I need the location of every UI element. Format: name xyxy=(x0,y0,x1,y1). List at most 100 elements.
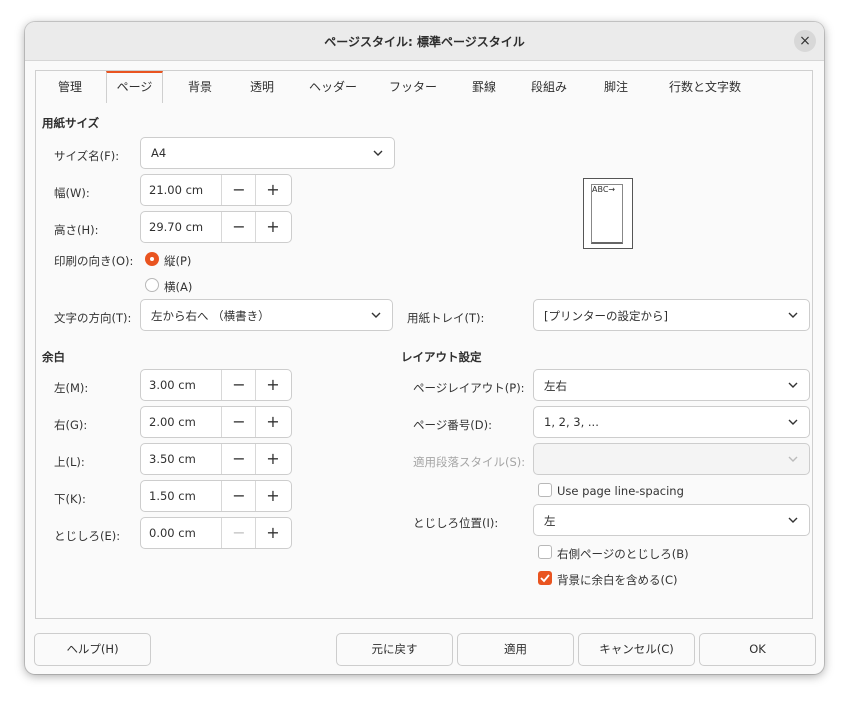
page-style-dialog: ページスタイル: 標準ページスタイル × 管理 ページ 背景 透明 ヘッダー フ… xyxy=(25,22,824,674)
cancel-button[interactable]: キャンセル(C) xyxy=(578,633,695,666)
chevron-down-icon xyxy=(788,312,798,318)
dialog-title: ページスタイル: 標準ページスタイル xyxy=(324,35,525,49)
width-spinbox[interactable]: 21.00 cm − + xyxy=(140,174,292,206)
tab-organizer[interactable]: 管理 xyxy=(46,71,94,104)
margin-right-label: 右(G): xyxy=(54,418,88,432)
portrait-label[interactable]: 縦(P) xyxy=(164,253,191,269)
gutter-value[interactable]: 0.00 cm xyxy=(149,526,196,540)
chevron-down-icon xyxy=(788,456,798,462)
tab-columns[interactable]: 段組み xyxy=(518,71,580,104)
chevron-down-icon xyxy=(373,150,383,156)
margin-bottom-spinbox[interactable]: 1.50 cm − + xyxy=(140,480,292,512)
title-bar: ページスタイル: 標準ページスタイル × xyxy=(25,22,824,61)
tab-page[interactable]: ページ xyxy=(106,71,163,105)
height-spinbox[interactable]: 29.70 cm − + xyxy=(140,211,292,243)
chevron-down-icon xyxy=(788,382,798,388)
margin-right-increase-button[interactable]: + xyxy=(255,407,290,437)
gutter-increase-button[interactable]: + xyxy=(255,518,290,548)
page-numbers-value: 1, 2, 3, ... xyxy=(544,415,599,429)
margin-bottom-label: 下(K): xyxy=(54,492,86,506)
height-value[interactable]: 29.70 cm xyxy=(149,220,203,234)
margin-left-increase-button[interactable]: + xyxy=(255,370,290,400)
margin-top-increase-button[interactable]: + xyxy=(255,444,290,474)
width-decrease-button[interactable]: − xyxy=(221,175,256,205)
margin-top-decrease-button[interactable]: − xyxy=(221,444,256,474)
chevron-down-icon xyxy=(788,419,798,425)
gutter-position-value: 左 xyxy=(544,514,556,528)
page-numbers-dropdown[interactable]: 1, 2, 3, ... xyxy=(533,406,810,438)
margin-right-value[interactable]: 2.00 cm xyxy=(149,415,196,429)
width-label: 幅(W): xyxy=(54,186,90,200)
margin-left-decrease-button[interactable]: − xyxy=(221,370,256,400)
height-decrease-button[interactable]: − xyxy=(221,212,256,242)
margin-top-label: 上(L): xyxy=(54,455,85,469)
text-direction-value: 左から右へ （横書き） xyxy=(151,309,270,323)
tab-content-page: 用紙サイズ サイズ名(F): A4 幅(W): 21.00 cm − + 高さ(… xyxy=(35,103,813,619)
gutter-position-label: とじしろ位置(I): xyxy=(413,516,499,530)
page-layout-value: 左右 xyxy=(544,379,567,393)
paper-format-heading: 用紙サイズ xyxy=(42,116,100,130)
width-value[interactable]: 21.00 cm xyxy=(149,183,203,197)
orientation-label: 印刷の向き(O): xyxy=(54,254,134,268)
tab-footnote[interactable]: 脚注 xyxy=(592,71,640,104)
right-page-gutter-checkbox[interactable] xyxy=(538,545,552,559)
margins-heading: 余白 xyxy=(42,350,65,364)
margin-right-decrease-button[interactable]: − xyxy=(221,407,256,437)
format-value: A4 xyxy=(151,146,167,160)
help-button[interactable]: ヘルプ(H) xyxy=(34,633,151,666)
landscape-radio[interactable] xyxy=(145,278,159,292)
close-icon[interactable]: × xyxy=(794,30,816,52)
tab-footer[interactable]: フッター xyxy=(378,71,448,104)
reset-button[interactable]: 元に戻す xyxy=(336,633,453,666)
text-direction-label: 文字の方向(T): xyxy=(54,311,132,325)
tab-header[interactable]: ヘッダー xyxy=(298,71,368,104)
tab-bar: 管理 ページ 背景 透明 ヘッダー フッター 罫線 段組み 脚注 行数と文字数 xyxy=(35,70,813,105)
margin-right-spinbox[interactable]: 2.00 cm − + xyxy=(140,406,292,438)
portrait-radio[interactable] xyxy=(145,252,159,266)
margin-bottom-increase-button[interactable]: + xyxy=(255,481,290,511)
landscape-label[interactable]: 横(A) xyxy=(164,279,192,295)
checkmark-icon xyxy=(540,574,550,583)
reference-style-label: 適用段落スタイル(S): xyxy=(413,455,526,469)
margin-left-label: 左(M): xyxy=(54,381,89,395)
tab-area[interactable]: 背景 xyxy=(176,71,224,104)
page-preview: ABC→ xyxy=(583,178,633,249)
reference-style-dropdown xyxy=(533,443,810,475)
tab-text-grid[interactable]: 行数と文字数 xyxy=(652,71,758,104)
line-spacing-label[interactable]: Use page line-spacing xyxy=(557,484,684,498)
margin-left-value[interactable]: 3.00 cm xyxy=(149,378,196,392)
ok-button[interactable]: OK xyxy=(699,633,816,666)
paper-tray-dropdown[interactable]: [プリンターの設定から] xyxy=(533,299,810,331)
line-spacing-checkbox[interactable] xyxy=(538,483,552,497)
layout-settings-heading: レイアウト設定 xyxy=(401,350,482,364)
paper-tray-label: 用紙トレイ(T): xyxy=(407,311,485,325)
tab-borders[interactable]: 罫線 xyxy=(460,71,508,104)
tab-transparency[interactable]: 透明 xyxy=(238,71,286,104)
margin-bottom-decrease-button[interactable]: − xyxy=(221,481,256,511)
width-increase-button[interactable]: + xyxy=(255,175,290,205)
preview-text: ABC→ xyxy=(592,185,616,194)
gutter-decrease-button: − xyxy=(221,518,256,548)
margin-bottom-value[interactable]: 1.50 cm xyxy=(149,489,196,503)
gutter-label: とじしろ(E): xyxy=(54,529,121,543)
chevron-down-icon xyxy=(788,517,798,523)
page-layout-label: ページレイアウト(P): xyxy=(413,381,525,395)
format-label: サイズ名(F): xyxy=(54,149,120,163)
height-increase-button[interactable]: + xyxy=(255,212,290,242)
background-margins-checkbox[interactable] xyxy=(538,571,552,585)
gutter-spinbox[interactable]: 0.00 cm − + xyxy=(140,517,292,549)
right-page-gutter-label[interactable]: 右側ページのとじしろ(B) xyxy=(557,546,689,562)
page-numbers-label: ページ番号(D): xyxy=(413,418,492,432)
margin-top-value[interactable]: 3.50 cm xyxy=(149,452,196,466)
background-margins-label[interactable]: 背景に余白を含める(C) xyxy=(557,572,678,588)
chevron-down-icon xyxy=(371,312,381,318)
text-direction-dropdown[interactable]: 左から右へ （横書き） xyxy=(140,299,393,331)
margin-top-spinbox[interactable]: 3.50 cm − + xyxy=(140,443,292,475)
gutter-position-dropdown[interactable]: 左 xyxy=(533,504,810,536)
apply-button[interactable]: 適用 xyxy=(457,633,574,666)
page-layout-dropdown[interactable]: 左右 xyxy=(533,369,810,401)
margin-left-spinbox[interactable]: 3.00 cm − + xyxy=(140,369,292,401)
format-dropdown[interactable]: A4 xyxy=(140,137,395,169)
height-label: 高さ(H): xyxy=(54,223,99,237)
paper-tray-value: [プリンターの設定から] xyxy=(544,309,668,323)
